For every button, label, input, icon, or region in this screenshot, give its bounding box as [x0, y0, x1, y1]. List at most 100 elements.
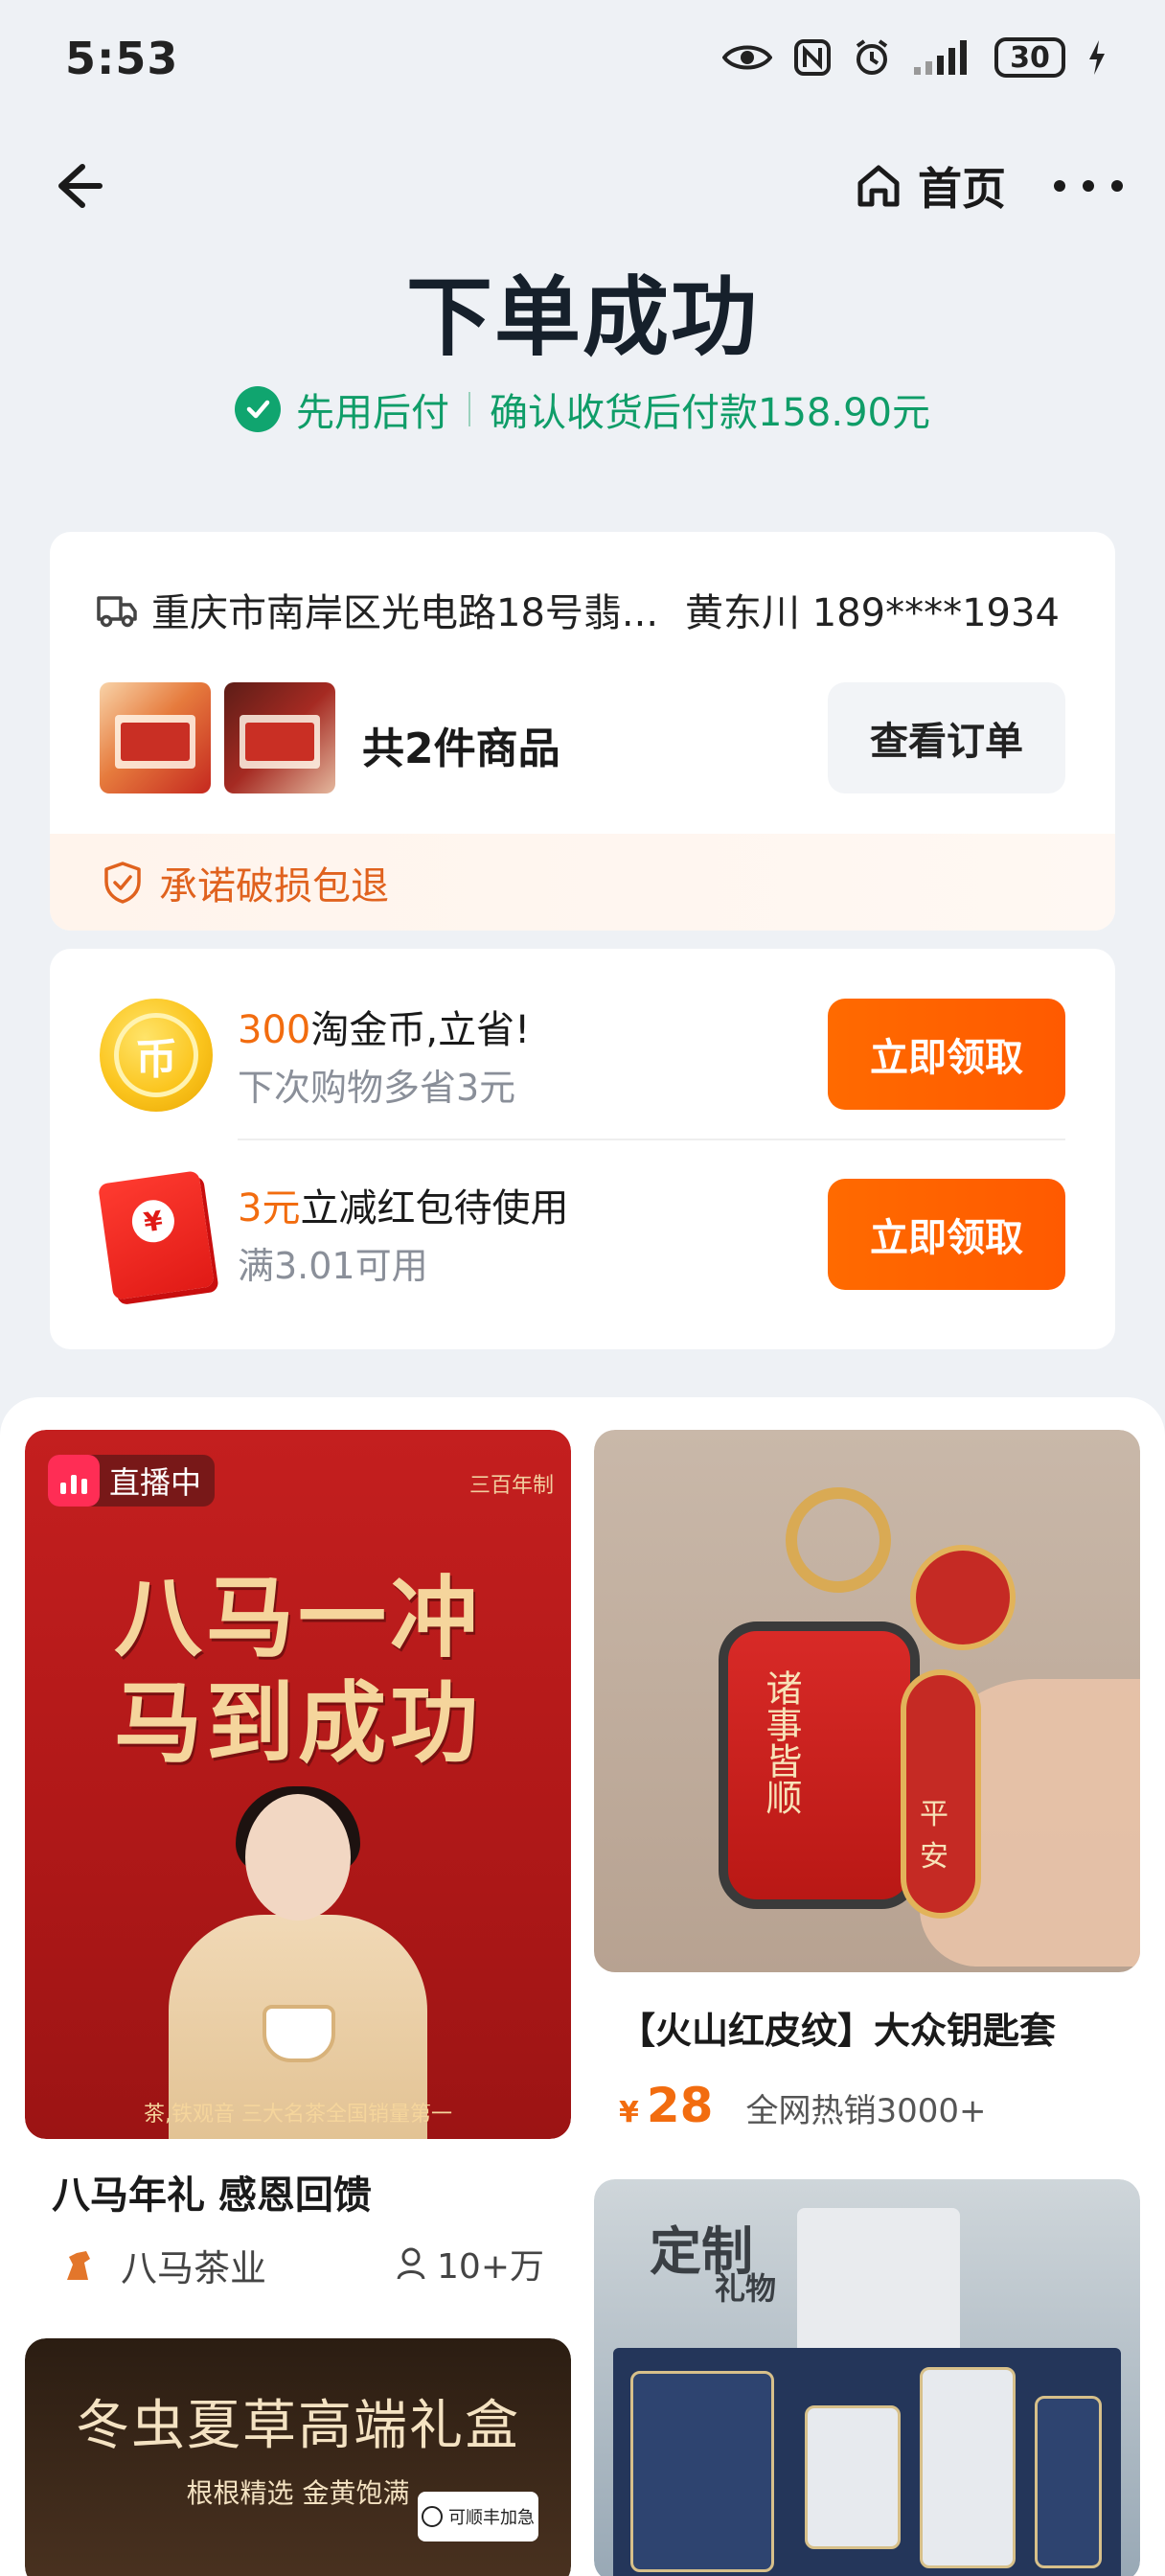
coupon-title-text: 淘金币,立省!	[310, 1008, 531, 1052]
coupon-subtitle: 下次购物多省3元	[238, 1067, 516, 1109]
keyholder-text: 诸事皆顺	[760, 1669, 802, 1815]
price-value: 28	[646, 2078, 714, 2133]
product-card[interactable]: 诸事皆顺 平安 【火山红皮纹】大众钥匙套 ¥ 28 全网热销3000+	[594, 1430, 1140, 2139]
home-icon	[857, 165, 900, 207]
coupon-title: 300淘金币,立省!	[238, 999, 530, 1054]
gift-bag-graphic	[797, 2208, 960, 2361]
address-row[interactable]: 重庆市南岸区光电路18号翡... 黄东川 189****1934	[96, 582, 1060, 637]
live-stream-card[interactable]: 直播中 三百年制 八马一冲 马到成功 茶,铁观音 三大名茶全国销量第一	[25, 1430, 571, 2139]
home-button[interactable]: 首页	[853, 153, 1006, 218]
live-card-title[interactable]: 八马年礼 感恩回馈	[52, 2164, 372, 2220]
claim-red-packet-button[interactable]: 立即领取	[828, 1179, 1065, 1290]
view-order-button[interactable]: 查看订单	[828, 682, 1065, 794]
item-count: 共2件商品	[362, 724, 560, 773]
gift-stamp-sub: 礼物	[715, 2270, 777, 2308]
more-dot-icon	[1111, 180, 1123, 192]
powerbank-graphic	[805, 2405, 901, 2549]
poster-headline: 冬虫夏草高端礼盒	[76, 2395, 520, 2457]
home-label: 首页	[918, 163, 1006, 215]
product-box-graphic	[121, 723, 190, 761]
status-time: 5:53	[65, 33, 179, 84]
notebook-graphic	[630, 2371, 774, 2572]
order-summary-card: 重庆市南岸区光电路18号翡... 黄东川 189****1934 共2件商品 查…	[50, 532, 1115, 931]
divider	[468, 392, 471, 426]
gift-stamp: 定制 礼物	[650, 2221, 776, 2307]
live-label: 直播中	[109, 1464, 202, 1501]
check-circle-icon	[235, 386, 282, 432]
delivery-truck-icon	[97, 596, 137, 628]
product-image: 诸事皆顺 平安	[594, 1430, 1140, 1972]
guarantee-banner[interactable]: 承诺破损包退	[50, 834, 1115, 931]
page-title: 下单成功	[406, 267, 759, 368]
product-box-graphic	[245, 723, 314, 761]
battery-indicator: 30	[994, 37, 1065, 78]
umbrella-graphic	[1035, 2396, 1102, 2568]
gift-box-graphic	[613, 2348, 1121, 2576]
claim-coins-button[interactable]: 立即领取	[828, 999, 1065, 1110]
live-bars-icon	[48, 1455, 100, 1506]
sf-express-badge: 可顺丰加急	[418, 2492, 538, 2542]
poster-tagline: 茶,铁观音 三大名茶全国销量第一	[144, 2103, 452, 2127]
back-arrow-icon[interactable]	[42, 153, 107, 218]
coupon-title: 3元立减红包待使用	[238, 1177, 568, 1232]
horse-logo-icon	[52, 2241, 105, 2289]
price-row: ¥ 28 全网热销3000+	[619, 2078, 986, 2133]
recommendation-feed: 直播中 三百年制 八马一冲 马到成功 茶,铁观音 三大名茶全国销量第一 诸事皆顺	[0, 1397, 1165, 2576]
coin-glyph: 币	[114, 1013, 198, 1097]
coupon-row: 币 300淘金币,立省! 下次购物多省3元 立即领取	[50, 949, 1115, 1137]
product-image: 定制 礼物	[594, 2179, 1140, 2576]
nfc-icon	[794, 39, 831, 76]
model-figure	[169, 1786, 427, 2139]
red-packet-icon: ¥	[98, 1170, 215, 1300]
key-tag-graphic: 平安	[901, 1669, 981, 1919]
poster-headline: 马到成功	[113, 1671, 482, 1775]
key-ring-graphic	[786, 1487, 891, 1593]
more-dot-icon	[1054, 180, 1065, 192]
pay-note: 确认收货后付款158.90元	[490, 391, 930, 435]
signal-icon	[914, 40, 967, 75]
currency-symbol: ¥	[619, 2096, 639, 2129]
user-icon	[397, 2247, 425, 2280]
sales-tag: 全网热销3000+	[745, 2092, 987, 2130]
fans-count: 10+万	[397, 2239, 544, 2288]
poster-brand: 三百年制	[468, 1474, 554, 1498]
product-image: 冬虫夏草高端礼盒 根根精选 金黄饱满 可顺丰加急	[25, 2338, 571, 2576]
yuan-glyph: ¥	[129, 1197, 177, 1246]
coupon-highlight: 3元	[238, 1186, 301, 1230]
medal-graphic	[910, 1545, 1016, 1650]
gold-coin-icon: 币	[100, 999, 213, 1112]
shop-info[interactable]: 八马茶业	[52, 2239, 266, 2291]
coupon-subtitle: 满3.01可用	[238, 1245, 428, 1287]
cup-graphic	[920, 2367, 1016, 2568]
key-tag-text: 平安	[920, 1798, 948, 1874]
pay-method-label: 先用后付	[296, 391, 450, 435]
eye-icon	[722, 45, 772, 70]
coupon-title-text: 立减红包待使用	[300, 1186, 569, 1230]
more-menu-button[interactable]	[1054, 153, 1123, 218]
fans-value: 10+万	[437, 2247, 544, 2287]
product-thumbnail[interactable]	[224, 682, 335, 794]
sf-tag-label: 可顺丰加急	[448, 2508, 535, 2528]
coupon-highlight: 300	[238, 1008, 311, 1052]
status-bar: 5:53 30	[0, 0, 1165, 115]
recipient-text: 黄东川 189****1934	[685, 591, 1060, 635]
alarm-icon	[856, 39, 888, 75]
live-badge: 直播中	[48, 1455, 216, 1506]
sf-logo-icon	[422, 2506, 443, 2527]
coupon-row: ¥ 3元立减红包待使用 满3.01可用 立即领取	[50, 1140, 1115, 1328]
shield-check-icon	[104, 861, 141, 904]
live-poster-image: 直播中 三百年制 八马一冲 马到成功 茶,铁观音 三大名茶全国销量第一	[25, 1430, 571, 2139]
shop-name: 八马茶业	[121, 2247, 267, 2289]
coupon-card: 币 300淘金币,立省! 下次购物多省3元 立即领取 ¥ 3元立减红包待使用 满…	[50, 949, 1115, 1349]
keyholder-graphic: 诸事皆顺	[719, 1622, 920, 1909]
product-title: 【火山红皮纹】大众钥匙套	[619, 2010, 1057, 2052]
product-card[interactable]: 定制 礼物	[594, 2179, 1140, 2576]
teacup-icon	[263, 2005, 335, 2062]
address-text: 重庆市南岸区光电路18号翡...	[151, 591, 659, 635]
product-card[interactable]: 冬虫夏草高端礼盒 根根精选 金黄饱满 可顺丰加急	[25, 2338, 571, 2576]
pay-method-line: 先用后付 确认收货后付款158.90元	[0, 381, 1165, 437]
charging-icon	[1089, 40, 1105, 75]
more-dot-icon	[1083, 180, 1094, 192]
status-icons: 30	[722, 33, 1108, 82]
product-thumbnail[interactable]	[100, 682, 211, 794]
